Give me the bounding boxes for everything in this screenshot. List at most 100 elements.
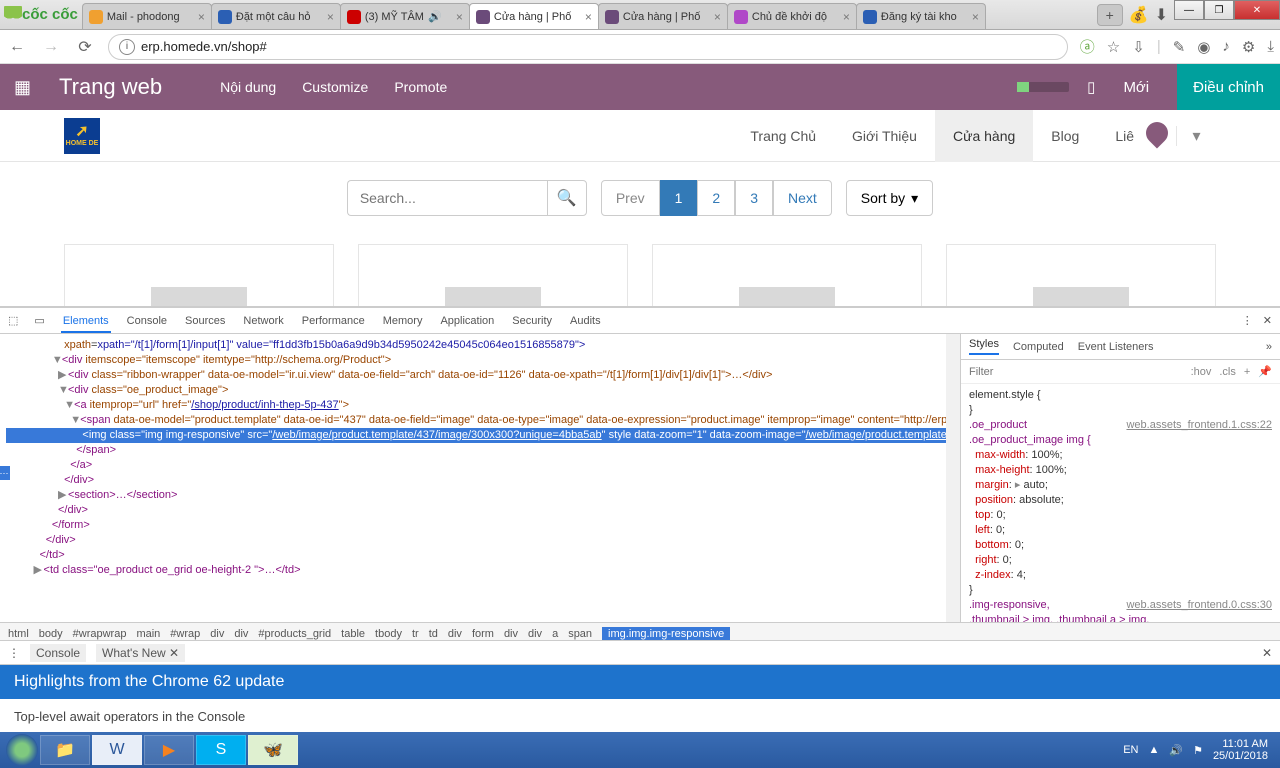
download-arrow-icon[interactable]: ⇩ bbox=[1132, 38, 1145, 56]
drawer-whatsnew-tab[interactable]: What's New ✕ bbox=[96, 644, 185, 662]
drawer-menu-icon[interactable]: ⋮ bbox=[8, 646, 20, 660]
breadcrumb-item[interactable]: td bbox=[429, 628, 438, 640]
site-info-icon[interactable]: i bbox=[119, 39, 135, 55]
breadcrumb-item[interactable]: div bbox=[504, 628, 518, 640]
event-listeners-tab[interactable]: Event Listeners bbox=[1078, 341, 1154, 353]
menu-promote[interactable]: Promote bbox=[394, 79, 447, 95]
mobile-preview-icon[interactable]: ▯ bbox=[1087, 78, 1095, 96]
sort-dropdown[interactable]: Sort by▾ bbox=[846, 180, 933, 216]
devtools-close-icon[interactable]: ✕ bbox=[1263, 314, 1272, 327]
tray-up-icon[interactable]: ▲ bbox=[1148, 744, 1159, 756]
breadcrumb-item[interactable]: html bbox=[8, 628, 29, 640]
product-card[interactable] bbox=[652, 244, 922, 310]
devtools-tab[interactable]: Application bbox=[438, 311, 496, 331]
hov-toggle[interactable]: :hov bbox=[1191, 366, 1212, 378]
browser-tab[interactable]: Cửa hàng | Phố× bbox=[469, 3, 599, 29]
globe-icon[interactable]: ◉ bbox=[1197, 38, 1210, 56]
window-minimize-button[interactable]: — bbox=[1174, 0, 1204, 20]
taskbar-explorer[interactable]: 📁 bbox=[40, 735, 90, 765]
music-icon[interactable]: ♪ bbox=[1222, 38, 1230, 55]
cls-toggle[interactable]: .cls bbox=[1219, 366, 1236, 378]
breadcrumb-item[interactable]: tr bbox=[412, 628, 419, 640]
add-rule-icon[interactable]: + bbox=[1244, 366, 1250, 378]
nav-link[interactable]: Trang Chủ bbox=[732, 110, 834, 162]
product-card[interactable] bbox=[358, 244, 628, 310]
pager-prev[interactable]: Prev bbox=[601, 180, 660, 216]
breadcrumb-item[interactable]: tbody bbox=[375, 628, 402, 640]
nav-link[interactable]: Cửa hàng bbox=[935, 110, 1033, 162]
breadcrumb-item[interactable]: div bbox=[528, 628, 542, 640]
download-icon[interactable]: ⬇ bbox=[1155, 5, 1168, 25]
new-tab-button[interactable]: + bbox=[1097, 4, 1123, 26]
breadcrumb-item[interactable]: div bbox=[210, 628, 224, 640]
start-button[interactable] bbox=[6, 734, 38, 766]
devtools-menu-icon[interactable]: ⋮ bbox=[1242, 314, 1253, 327]
back-button[interactable]: ← bbox=[6, 38, 28, 56]
browser-tab[interactable]: Mail - phodong× bbox=[82, 3, 212, 29]
devtools-tab[interactable]: Elements bbox=[61, 311, 111, 333]
styles-more-icon[interactable]: » bbox=[1266, 341, 1272, 353]
download-tray-icon[interactable]: ⤓ bbox=[1267, 38, 1274, 55]
css-rules[interactable]: element.style { } .oe_productweb.assets_… bbox=[961, 384, 1280, 622]
taskbar-media[interactable]: ▶ bbox=[144, 735, 194, 765]
breadcrumb-item[interactable]: #wrapwrap bbox=[73, 628, 127, 640]
pager-page[interactable]: 1 bbox=[660, 180, 698, 216]
devtools-tab[interactable]: Security bbox=[510, 311, 554, 331]
nav-link[interactable]: Blog bbox=[1033, 110, 1097, 162]
breadcrumb-item[interactable]: #wrap bbox=[170, 628, 200, 640]
product-card[interactable] bbox=[946, 244, 1216, 310]
browser-tab[interactable]: Cửa hàng | Phố× bbox=[598, 3, 728, 29]
browser-tab[interactable]: Đăng ký tài kho× bbox=[856, 3, 986, 29]
savings-icon[interactable]: 💰 bbox=[1129, 5, 1149, 25]
elements-tree[interactable]: ⋯ xpath=xpath="/t[1]/form[1]/input[1]" v… bbox=[0, 334, 960, 622]
pager-page[interactable]: 2 bbox=[697, 180, 735, 216]
breadcrumb-item[interactable]: table bbox=[341, 628, 365, 640]
devtools-tab[interactable]: Sources bbox=[183, 311, 227, 331]
dropper-icon[interactable]: ✎ bbox=[1173, 38, 1186, 56]
inspect-icon[interactable]: ⬚ bbox=[8, 314, 18, 327]
tray-flag-icon[interactable]: ⚑ bbox=[1193, 744, 1203, 757]
devtools-tab[interactable]: Console bbox=[125, 311, 169, 331]
breadcrumb-item[interactable]: div bbox=[448, 628, 462, 640]
forward-button[interactable]: → bbox=[40, 38, 62, 56]
taskbar-skype[interactable]: S bbox=[196, 735, 246, 765]
device-toggle-icon[interactable]: ▭ bbox=[34, 314, 44, 327]
breadcrumb-item[interactable]: img.img.img-responsive bbox=[602, 627, 730, 641]
search-button[interactable]: 🔍 bbox=[547, 180, 587, 216]
pin-icon[interactable]: 📌 bbox=[1258, 365, 1272, 378]
lang-indicator[interactable]: EN bbox=[1123, 744, 1138, 756]
computed-tab[interactable]: Computed bbox=[1013, 341, 1064, 353]
breadcrumb-item[interactable]: a bbox=[552, 628, 558, 640]
nav-link[interactable]: Liê bbox=[1097, 110, 1152, 162]
menu-content[interactable]: Nội dung bbox=[220, 79, 276, 95]
menu-customize[interactable]: Customize bbox=[302, 79, 368, 95]
search-input[interactable] bbox=[347, 180, 547, 216]
breadcrumb-item[interactable]: form bbox=[472, 628, 494, 640]
breadcrumb-item[interactable]: main bbox=[136, 628, 160, 640]
product-card[interactable] bbox=[64, 244, 334, 310]
styles-filter-input[interactable] bbox=[969, 366, 1183, 378]
system-clock[interactable]: 11:01 AM 25/01/2018 bbox=[1213, 738, 1268, 762]
breadcrumb-item[interactable]: span bbox=[568, 628, 592, 640]
bookmark-icon[interactable]: ☆ bbox=[1107, 38, 1120, 56]
tray-network-icon[interactable]: 🔊 bbox=[1169, 744, 1183, 757]
pager-next[interactable]: Next bbox=[773, 180, 832, 216]
browser-tab[interactable]: Đặt một câu hỏ× bbox=[211, 3, 341, 29]
devtools-tab[interactable]: Network bbox=[241, 311, 285, 331]
devtools-tab[interactable]: Performance bbox=[300, 311, 367, 331]
styles-tab[interactable]: Styles bbox=[969, 338, 999, 355]
window-close-button[interactable]: ✕ bbox=[1234, 0, 1280, 20]
reload-button[interactable]: ⟳ bbox=[74, 37, 96, 57]
browser-tab[interactable]: (3) MỸ TÂM🔊× bbox=[340, 3, 470, 29]
taskbar-word[interactable]: W bbox=[92, 735, 142, 765]
browser-tab[interactable]: Chủ đề khởi độ× bbox=[727, 3, 857, 29]
edit-button[interactable]: Điều chỉnh bbox=[1177, 64, 1280, 110]
new-button[interactable]: Mới bbox=[1113, 79, 1159, 96]
drawer-console-tab[interactable]: Console bbox=[30, 644, 86, 662]
apps-grid-icon[interactable]: ▦ bbox=[14, 77, 31, 98]
nav-link[interactable]: Giới Thiệu bbox=[834, 110, 935, 162]
savings-indicator[interactable]: ⓐ bbox=[1080, 36, 1095, 57]
breadcrumb-item[interactable]: div bbox=[234, 628, 248, 640]
devtools-tab[interactable]: Memory bbox=[381, 311, 425, 331]
taskbar-coccoc[interactable]: 🦋 bbox=[248, 735, 298, 765]
